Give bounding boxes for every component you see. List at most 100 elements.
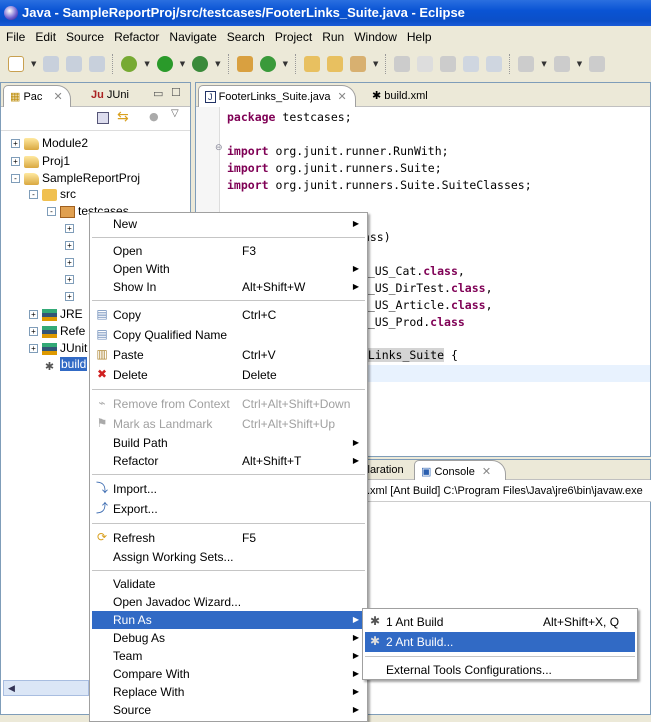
menu-item-run-as[interactable]: Run As ▶ [92, 611, 365, 629]
fold-icon[interactable]: ⊖ [215, 143, 223, 153]
menu-item-show-in[interactable]: Show In Alt+Shift+W ▶ [92, 278, 365, 296]
save-all-icon[interactable] [66, 56, 83, 72]
menu-item-export[interactable]: ⤴ Export... [92, 499, 365, 519]
expand-toggle-icon[interactable]: - [11, 174, 20, 184]
expand-toggle-icon[interactable]: + [29, 327, 38, 337]
menu-item-build-path[interactable]: Build Path ▶ [92, 434, 365, 452]
whitespace-icon[interactable] [486, 56, 503, 72]
tree-item[interactable]: + JUnit [29, 340, 87, 357]
debug-icon[interactable] [121, 56, 138, 72]
tree-item[interactable]: ✱ build [29, 356, 88, 373]
expand-toggle-icon[interactable]: + [65, 241, 74, 251]
tree-item[interactable]: + JRE [29, 306, 83, 323]
link-editor-icon[interactable]: ⇆ [117, 109, 129, 125]
menu-project[interactable]: Project [271, 27, 318, 47]
menu-item-external-tools-configurations[interactable]: External Tools Configurations... [365, 661, 635, 679]
expand-toggle-icon[interactable]: - [29, 190, 38, 200]
menu-item-1-ant-build[interactable]: ✱ 1 Ant Build Alt+Shift+X, Q [365, 612, 635, 632]
menu-item-assign-working-sets[interactable]: Assign Working Sets... [92, 548, 365, 566]
menu-item-copy-qualified-name[interactable]: ▤ Copy Qualified Name [92, 325, 365, 345]
annotation-icon[interactable] [440, 56, 457, 72]
tab-build-xml[interactable]: ✱ build.xml [366, 85, 434, 107]
toggle-icon[interactable] [394, 56, 411, 72]
menu-item-open-with[interactable]: Open With ▶ [92, 260, 365, 278]
menu-item-open[interactable]: Open F3 [92, 242, 365, 260]
tree-item[interactable]: + [65, 288, 78, 305]
menu-run[interactable]: Run [318, 27, 350, 47]
menu-item-copy[interactable]: ▤ Copy Ctrl+C [92, 305, 365, 325]
new-icon[interactable] [8, 56, 24, 72]
menu-file[interactable]: File [2, 27, 31, 47]
minimize-icon[interactable]: ▭ [153, 87, 163, 100]
menu-item-validate[interactable]: Validate [92, 575, 365, 593]
menu-item-delete[interactable]: ✖ Delete Delete [92, 365, 365, 385]
mark-icon[interactable] [417, 56, 434, 72]
collapse-all-icon[interactable] [97, 112, 109, 124]
new-package-icon[interactable] [236, 56, 253, 72]
tab-junit[interactable]: Ju JUni [85, 85, 135, 107]
menu-item-new[interactable]: New ▶ [92, 215, 365, 233]
menu-item-shortcut: Delete [242, 368, 277, 382]
expand-toggle-icon[interactable]: + [11, 157, 20, 167]
tree-item[interactable]: + Refe [29, 323, 85, 340]
menu-item-compare-with[interactable]: Compare With ▶ [92, 665, 365, 683]
menu-item-open-javadoc-wizard[interactable]: Open Javadoc Wizard... [92, 593, 365, 611]
open-resource-icon[interactable] [326, 56, 343, 72]
maximize-icon[interactable]: ☐ [171, 86, 181, 99]
view-menu-icon[interactable]: ▽ [171, 108, 179, 119]
menu-item-source[interactable]: Source ▶ [92, 701, 365, 719]
expand-toggle-icon[interactable]: + [11, 139, 20, 149]
tree-item[interactable]: + Module2 [11, 135, 88, 152]
menu-help[interactable]: Help [403, 27, 438, 47]
menu-navigate[interactable]: Navigate [165, 27, 222, 47]
submenu-arrow-icon: ▶ [352, 282, 359, 291]
expand-toggle-icon[interactable]: - [47, 207, 56, 217]
next-annotation-icon[interactable] [518, 56, 535, 72]
tree-item[interactable]: + Proj1 [11, 153, 70, 170]
menu-separator [90, 233, 367, 242]
expand-toggle-icon[interactable]: + [65, 292, 74, 302]
menu-item-import[interactable]: ⤵ Import... [92, 479, 365, 499]
menu-item-refresh[interactable]: ⟳ Refresh F5 [92, 528, 365, 548]
horizontal-scrollbar[interactable]: ◀ [3, 680, 89, 696]
new-class-icon[interactable] [259, 56, 276, 72]
menu-window[interactable]: Window [350, 27, 403, 47]
tab-footerlinks-suite[interactable]: J FooterLinks_Suite.java ✕ [198, 85, 356, 107]
search-icon[interactable] [349, 56, 366, 72]
back-icon[interactable] [589, 56, 606, 72]
expand-toggle-icon[interactable]: + [65, 258, 74, 268]
menu-refactor[interactable]: Refactor [110, 27, 165, 47]
menu-item-replace-with[interactable]: Replace With ▶ [92, 683, 365, 701]
tab-console[interactable]: ▣ Console ✕ [414, 460, 506, 482]
save-icon[interactable] [43, 56, 60, 72]
expand-toggle-icon[interactable]: + [29, 310, 38, 320]
menu-edit[interactable]: Edit [31, 27, 62, 47]
tab-package-explorer[interactable]: ▦ Pac ✕ [3, 85, 71, 107]
close-icon[interactable]: ✕ [54, 91, 63, 103]
close-icon[interactable]: ✕ [338, 91, 347, 103]
menu-item-refactor[interactable]: Refactor Alt+Shift+T ▶ [92, 452, 365, 470]
menu-item-team[interactable]: Team ▶ [92, 647, 365, 665]
run-icon[interactable] [156, 56, 173, 72]
open-type-icon[interactable] [303, 56, 320, 72]
expand-toggle-icon[interactable]: + [65, 224, 74, 234]
prev-annotation-icon[interactable] [553, 56, 570, 72]
menu-source[interactable]: Source [62, 27, 110, 47]
tree-item[interactable]: + [65, 254, 78, 271]
tree-item[interactable]: - SampleReportProj [11, 170, 140, 187]
tree-item[interactable]: + [65, 237, 78, 254]
external-tools-icon[interactable] [192, 56, 209, 72]
tree-item[interactable]: - src [29, 186, 76, 203]
tree-item[interactable]: + [65, 271, 78, 288]
menu-search[interactable]: Search [223, 27, 271, 47]
expand-toggle-icon[interactable]: + [65, 275, 74, 285]
print-icon[interactable] [89, 56, 106, 72]
menu-item-paste[interactable]: ▥ Paste Ctrl+V [92, 345, 365, 365]
filter-icon[interactable]: ● [149, 110, 159, 123]
menu-item-debug-as[interactable]: Debug As ▶ [92, 629, 365, 647]
block-icon[interactable] [463, 56, 480, 72]
expand-toggle-icon[interactable]: + [29, 344, 38, 354]
tree-item[interactable]: + [65, 220, 78, 237]
menu-item-2-ant-build[interactable]: ✱ 2 Ant Build... [365, 632, 635, 652]
close-icon[interactable]: ✕ [482, 466, 491, 478]
